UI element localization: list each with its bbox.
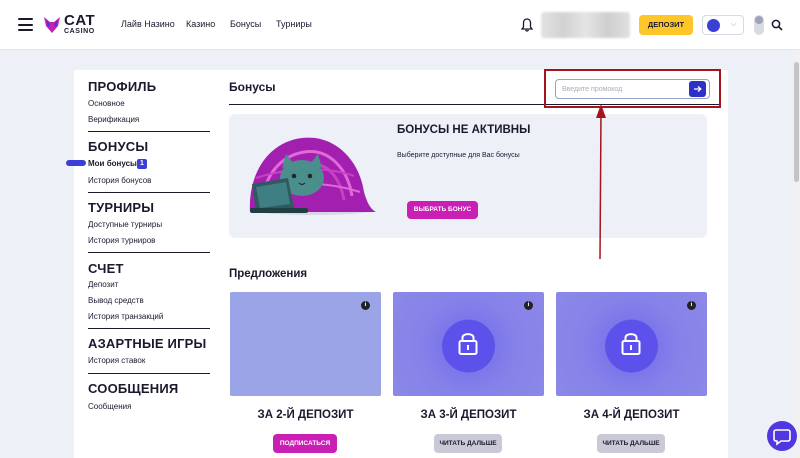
search-icon[interactable] <box>771 19 783 31</box>
subscribe-button[interactable]: ПОДПИСАТЬСЯ <box>273 434 337 453</box>
bell-icon[interactable] <box>521 18 533 32</box>
sidebar-divider <box>88 328 210 329</box>
profile-sidebar: ПРОФИЛЬ Основное Верификация БОНУСЫ Мои … <box>74 70 221 458</box>
sidebar-title-profile[interactable]: ПРОФИЛЬ <box>88 79 156 94</box>
sidebar-title-tournaments[interactable]: ТУРНИРЫ <box>88 200 154 215</box>
lock-icon <box>458 333 478 355</box>
sidebar-item-bonus-history[interactable]: История бонусов <box>88 176 151 185</box>
sidebar-title-gambling[interactable]: АЗАРТНЫЕ ИГРЫ <box>88 336 206 351</box>
globe-icon <box>707 19 720 32</box>
sidebar-item-my-bonuses[interactable]: Мои бонусы <box>88 159 137 168</box>
offer-image <box>230 292 381 396</box>
sidebar-item-deposit[interactable]: Депозит <box>88 280 118 289</box>
menu-icon[interactable] <box>18 18 33 31</box>
deposit-button[interactable]: ДЕПОЗИТ <box>639 15 693 35</box>
nav-live-casino[interactable]: Лайв Назино <box>121 19 175 29</box>
sidebar-divider <box>88 373 210 374</box>
page-scrollbar[interactable] <box>793 50 800 458</box>
top-header: CAT CASINO Лайв Назино Казино Бонусы Тур… <box>0 0 800 50</box>
theme-toggle[interactable] <box>754 15 764 35</box>
sidebar-divider <box>88 252 210 253</box>
sidebar-item-verification[interactable]: Верификация <box>88 115 139 124</box>
info-icon[interactable]: i <box>361 301 370 310</box>
chevron-down-icon: ⌵ <box>731 21 737 28</box>
sidebar-item-transaction-history[interactable]: История транзакций <box>88 312 163 321</box>
chat-icon <box>773 429 791 446</box>
sidebar-divider <box>88 131 210 132</box>
active-item-marker <box>66 160 86 166</box>
nav-casino[interactable]: Казино <box>186 19 215 29</box>
cat-blanket-illustration <box>249 137 376 215</box>
sidebar-title-bonuses[interactable]: БОНУСЫ <box>88 139 148 154</box>
choose-bonus-button[interactable]: ВЫБРАТЬ БОНУС <box>407 201 478 219</box>
sidebar-item-withdrawal[interactable]: Вывод средств <box>88 296 144 305</box>
offer-title: ЗА 3-Й ДЕПОЗИТ <box>420 409 517 421</box>
sidebar-title-account[interactable]: СЧЕТ <box>88 261 124 276</box>
banner-title: БОНУСЫ НЕ АКТИВНЫ <box>397 124 531 136</box>
sidebar-item-tournament-history[interactable]: История турниров <box>88 236 155 245</box>
banner-subtitle: Выберите доступные для Вас бонусы <box>397 152 520 159</box>
cat-logo-icon <box>44 17 60 33</box>
sidebar-divider <box>88 192 210 193</box>
offers-title: Предложения <box>229 268 308 280</box>
read-more-button[interactable]: ЧИТАТЬ ДАЛЬШЕ <box>597 434 665 453</box>
sidebar-item-messages[interactable]: Сообщения <box>88 402 131 411</box>
language-select[interactable]: ⌵ <box>702 15 744 35</box>
logo-text: CAT <box>64 12 96 29</box>
info-icon[interactable]: i <box>687 301 696 310</box>
logo-subtext: CASINO <box>64 28 95 35</box>
sidebar-title-messages[interactable]: СООБЩЕНИЯ <box>88 381 178 396</box>
read-more-button[interactable]: ЧИТАТЬ ДАЛЬШЕ <box>434 434 502 453</box>
chat-button[interactable] <box>767 421 797 451</box>
promo-highlight-box <box>544 69 721 108</box>
offer-title: ЗА 2-Й ДЕПОЗИТ <box>257 409 354 421</box>
info-icon[interactable]: i <box>524 301 533 310</box>
page-title: Бонусы <box>229 80 276 94</box>
sidebar-item-basic[interactable]: Основное <box>88 99 125 108</box>
nav-tournaments[interactable]: Турниры <box>276 19 312 29</box>
user-info-blurred <box>541 12 630 38</box>
logo[interactable]: CAT CASINO <box>42 12 96 37</box>
offer-title: ЗА 4-Й ДЕПОЗИТ <box>583 409 680 421</box>
lock-icon <box>621 333 641 355</box>
sidebar-item-available-tournaments[interactable]: Доступные турниры <box>88 220 162 229</box>
sidebar-item-bet-history[interactable]: История ставок <box>88 356 145 365</box>
nav-bonuses[interactable]: Бонусы <box>230 19 261 29</box>
bonus-count-badge: 1 <box>137 159 147 169</box>
